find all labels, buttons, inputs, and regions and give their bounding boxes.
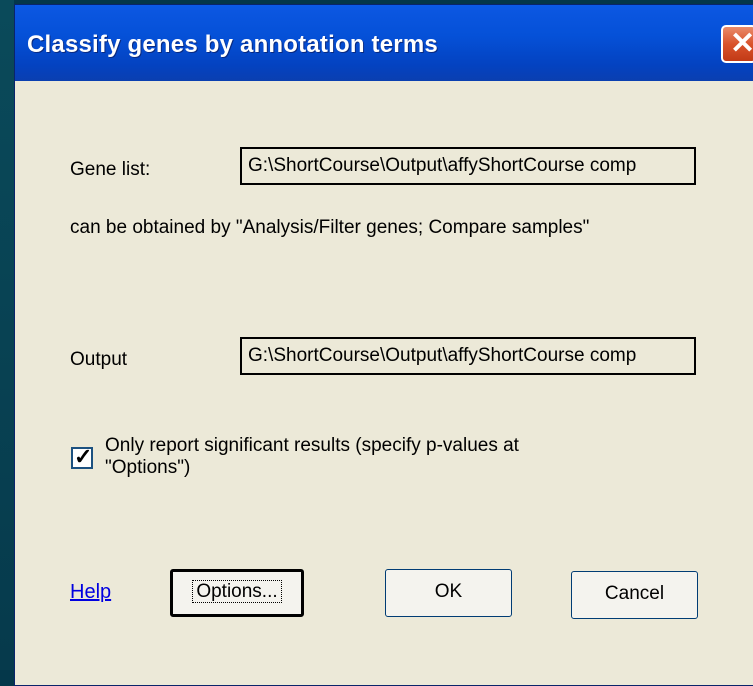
output-label: Output <box>70 349 128 370</box>
window-title: Classify genes by annotation terms <box>27 31 438 58</box>
gene-list-hint: can be obtained by "Analysis/Filter gene… <box>70 217 590 238</box>
significant-label-line1: Only report significant results (specify… <box>105 435 519 456</box>
desktop-background <box>0 0 14 670</box>
significant-checkbox[interactable]: ✓ <box>71 444 93 469</box>
options-button-label: Options... <box>192 580 282 603</box>
checkmark-icon: ✓ <box>74 444 93 469</box>
close-icon: ✕ <box>730 27 753 60</box>
dialog-window: Classify genes by annotation terms ✕ Gen… <box>14 4 753 686</box>
gene-list-field[interactable]: G:\ShortCourse\Output\affyShortCourse co… <box>240 147 696 185</box>
significant-label[interactable]: Only report significant results (specify… <box>105 435 519 479</box>
significant-label-line2: "Options") <box>105 457 191 478</box>
cancel-button[interactable]: Cancel <box>571 571 698 619</box>
close-button[interactable]: ✕ <box>721 25 753 63</box>
ok-button[interactable]: OK <box>385 569 512 617</box>
help-link[interactable]: Help <box>70 581 111 604</box>
output-field[interactable]: G:\ShortCourse\Output\affyShortCourse co… <box>240 337 696 375</box>
gene-list-label: Gene list: <box>70 159 151 180</box>
options-button[interactable]: Options... <box>170 569 304 617</box>
title-bar[interactable]: Classify genes by annotation terms ✕ <box>15 5 753 81</box>
